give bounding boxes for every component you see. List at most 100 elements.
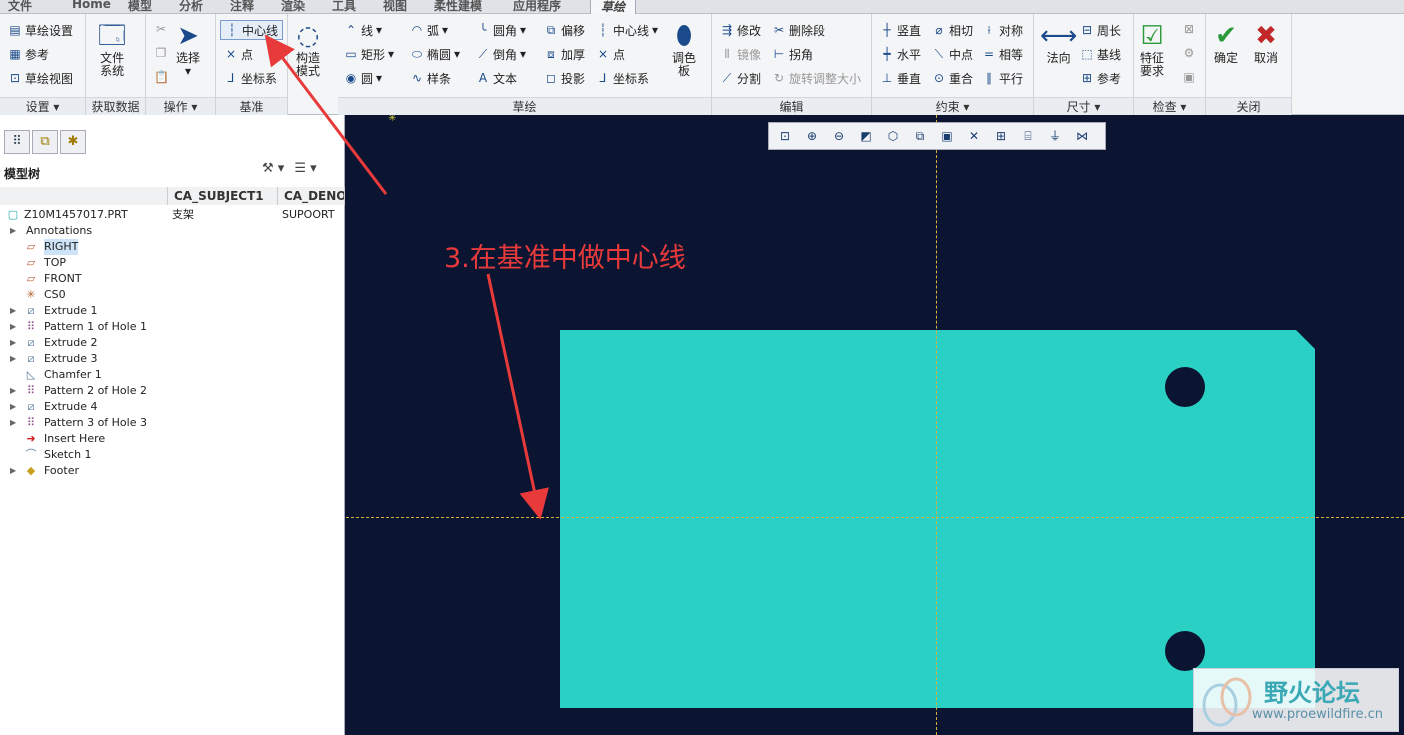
menu-flexible-modeling[interactable]: 柔性建模 xyxy=(434,0,482,14)
group-label-setup[interactable]: 设置 ▾ xyxy=(0,97,85,115)
menu-annotate[interactable]: 注释 xyxy=(230,0,254,14)
tree-root[interactable]: ▢ Z10M1457017.PRT 支架 SUPOORT xyxy=(4,207,344,223)
datum-centerline-button[interactable]: ┆ 中心线 xyxy=(220,20,284,40)
corner-button[interactable]: ⊢ 拐角 xyxy=(772,44,813,64)
equal-constraint-button[interactable]: = 相等 xyxy=(982,44,1023,64)
ok-button[interactable]: ✔ 确定 xyxy=(1214,20,1238,65)
midpoint-constraint-button[interactable]: ⟍ 中点 xyxy=(932,44,973,64)
reference-dimension-button[interactable]: ⊞ 参考 xyxy=(1080,68,1121,88)
menu-file[interactable]: 文件 xyxy=(8,0,32,14)
tree-item-footer[interactable]: ▶ ◆ Footer xyxy=(4,463,344,479)
rotate-resize-button[interactable]: ↻ 旋转调整大小 xyxy=(772,68,861,88)
refit-icon[interactable]: ⊡ xyxy=(773,125,797,147)
file-system-button[interactable]: 🗔 文件 系统 xyxy=(98,20,126,78)
symmetric-constraint-button[interactable]: ⟊ 对称 xyxy=(982,20,1023,40)
paste-icon[interactable]: 📋 xyxy=(154,70,169,84)
datum-coordsys-button[interactable]: ⅃ 坐标系 xyxy=(224,68,277,88)
horizontal-constraint-button[interactable]: ┿ 水平 xyxy=(880,44,921,64)
column-header-subject[interactable]: CA_SUBJECT1 xyxy=(168,187,278,205)
tree-item-top[interactable]: ▱ TOP xyxy=(4,255,344,271)
datum-display-icon[interactable]: ✕ xyxy=(962,125,986,147)
sketch-point-button[interactable]: × 点 xyxy=(596,44,625,64)
perimeter-button[interactable]: ⊟ 周长 xyxy=(1080,20,1121,40)
model-tree-tab-icon[interactable]: ⠿ xyxy=(4,130,30,154)
sketch-coordsys-button[interactable]: ⅃ 坐标系 xyxy=(596,68,649,88)
expand-arrow-icon[interactable]: ▶ xyxy=(10,383,16,399)
perpendicular-constraint-button[interactable]: ⊥ 垂直 xyxy=(880,68,921,88)
tree-item-cs0[interactable]: ✳ CS0 xyxy=(4,287,344,303)
thicken-button[interactable]: ⧈ 加厚 xyxy=(544,44,585,64)
expand-arrow-icon[interactable]: ▶ xyxy=(10,319,16,335)
expand-arrow-icon[interactable]: ▶ xyxy=(10,463,16,479)
graphics-canvas[interactable]: ✳ ⊡ ⊕ ⊖ ◩ ⬡ ⧉ ▣ ✕ ⊞ ⌸ ⏚ ⋈ 3.在基准中做中心线 野火论… xyxy=(346,115,1404,735)
favorites-tab-icon[interactable]: ✱ xyxy=(60,130,86,154)
circle-button[interactable]: ◉ 圆 ▾ xyxy=(344,68,382,88)
tree-columns-icon[interactable]: ☰ ▾ xyxy=(294,161,316,176)
vertex-display-icon[interactable]: ⋈ xyxy=(1070,125,1094,147)
tree-item-insert-here[interactable]: ➜ Insert Here xyxy=(4,431,344,447)
menu-analysis[interactable]: 分析 xyxy=(179,0,203,14)
group-label-inspect[interactable]: 检查 ▾ xyxy=(1134,97,1205,115)
expand-arrow-icon[interactable]: ▶ xyxy=(10,303,16,319)
construct-mode-button[interactable]: ◌ 构造 模式 xyxy=(296,20,320,78)
baseline-button[interactable]: ⬚ 基线 xyxy=(1080,44,1121,64)
tree-item-extrude-2[interactable]: ▶ ⧄ Extrude 2 xyxy=(4,335,344,351)
line-button[interactable]: ⌃ 线 ▾ xyxy=(344,20,382,40)
menu-tools[interactable]: 工具 xyxy=(332,0,356,14)
modify-button[interactable]: ⇶ 修改 xyxy=(720,20,761,40)
sketch-view-icon[interactable]: ⊞ xyxy=(989,125,1013,147)
sketch-setup-button[interactable]: ▤ 草绘设置 xyxy=(8,20,73,40)
tree-item-sketch-1[interactable]: ⌒ Sketch 1 xyxy=(4,447,344,463)
menu-render[interactable]: 渲染 xyxy=(281,0,305,14)
menu-model[interactable]: 模型 xyxy=(128,0,152,14)
expand-arrow-icon[interactable]: ▶ xyxy=(10,351,16,367)
zoom-in-icon[interactable]: ⊕ xyxy=(800,125,824,147)
tangent-constraint-button[interactable]: ⌀ 相切 xyxy=(932,20,973,40)
vertical-centerline[interactable] xyxy=(936,115,937,735)
copy-icon[interactable]: ❐ xyxy=(154,46,168,60)
hole-top[interactable] xyxy=(1165,367,1205,407)
divide-button[interactable]: ⟋ 分割 xyxy=(720,68,761,88)
menu-sketch[interactable]: 草绘 xyxy=(590,0,637,15)
tree-item-extrude-1[interactable]: ▶ ⧄ Extrude 1 xyxy=(4,303,344,319)
feature-requirements-button[interactable]: ☑ 特征 要求 xyxy=(1140,20,1164,78)
overlapping-geometry-icon[interactable]: ⊠ xyxy=(1182,22,1196,36)
rectangle-button[interactable]: ▭ 矩形 ▾ xyxy=(344,44,394,64)
select-button[interactable]: ➤ 选择 ▾ xyxy=(176,20,200,78)
highlight-open-ends-icon[interactable]: ⚙ xyxy=(1182,46,1196,60)
dimension-display-icon[interactable]: ⌸ xyxy=(1016,125,1040,147)
ellipse-button[interactable]: ⬭ 椭圆 ▾ xyxy=(410,44,460,64)
arc-button[interactable]: ◠ 弧 ▾ xyxy=(410,20,448,40)
datum-point-button[interactable]: × 点 xyxy=(224,44,253,64)
project-button[interactable]: ◻ 投影 xyxy=(544,68,585,88)
cut-icon[interactable]: ✂ xyxy=(154,22,168,36)
text-button[interactable]: A 文本 xyxy=(476,68,517,88)
normal-dimension-button[interactable]: ⟷ 法向 xyxy=(1040,20,1077,65)
tree-item-pattern-3[interactable]: ▶ ⠿ Pattern 3 of Hole 3 xyxy=(4,415,344,431)
expand-arrow-icon[interactable]: ▶ xyxy=(10,415,16,431)
spline-button[interactable]: ∿ 样条 xyxy=(410,68,451,88)
delete-segment-button[interactable]: ✂ 删除段 xyxy=(772,20,825,40)
menu-view[interactable]: 视图 xyxy=(383,0,407,14)
tree-item-front[interactable]: ▱ FRONT xyxy=(4,271,344,287)
repaint-icon[interactable]: ◩ xyxy=(854,125,878,147)
tree-item-chamfer-1[interactable]: ◺ Chamfer 1 xyxy=(4,367,344,383)
menu-applications[interactable]: 应用程序 xyxy=(513,0,561,14)
constraint-display-icon[interactable]: ⏚ xyxy=(1043,125,1067,147)
group-label-operations[interactable]: 操作 ▾ xyxy=(146,97,215,115)
fillet-button[interactable]: ╰ 圆角 ▾ xyxy=(476,20,526,40)
sketch-view-button[interactable]: ⊡ 草绘视图 xyxy=(8,68,73,88)
zoom-out-icon[interactable]: ⊖ xyxy=(827,125,851,147)
column-header-deno[interactable]: CA_DENO xyxy=(278,187,345,205)
palette-button[interactable]: ⬮ 调色 板 xyxy=(672,20,696,78)
tree-item-right[interactable]: ▱ RIGHT xyxy=(4,239,344,255)
saved-views-icon[interactable]: ⧉ xyxy=(908,125,932,147)
expand-arrow-icon[interactable]: ▶ xyxy=(10,399,16,415)
coincident-constraint-button[interactable]: ⊙ 重合 xyxy=(932,68,973,88)
tree-item-pattern-2[interactable]: ▶ ⠿ Pattern 2 of Hole 2 xyxy=(4,383,344,399)
cancel-button[interactable]: ✖ 取消 xyxy=(1254,20,1278,65)
references-button[interactable]: ▦ 参考 xyxy=(8,44,49,64)
display-style-icon[interactable]: ⬡ xyxy=(881,125,905,147)
mirror-button[interactable]: ⫴ 镜像 xyxy=(720,44,761,64)
group-label-dimension[interactable]: 尺寸 ▾ xyxy=(1034,97,1133,115)
